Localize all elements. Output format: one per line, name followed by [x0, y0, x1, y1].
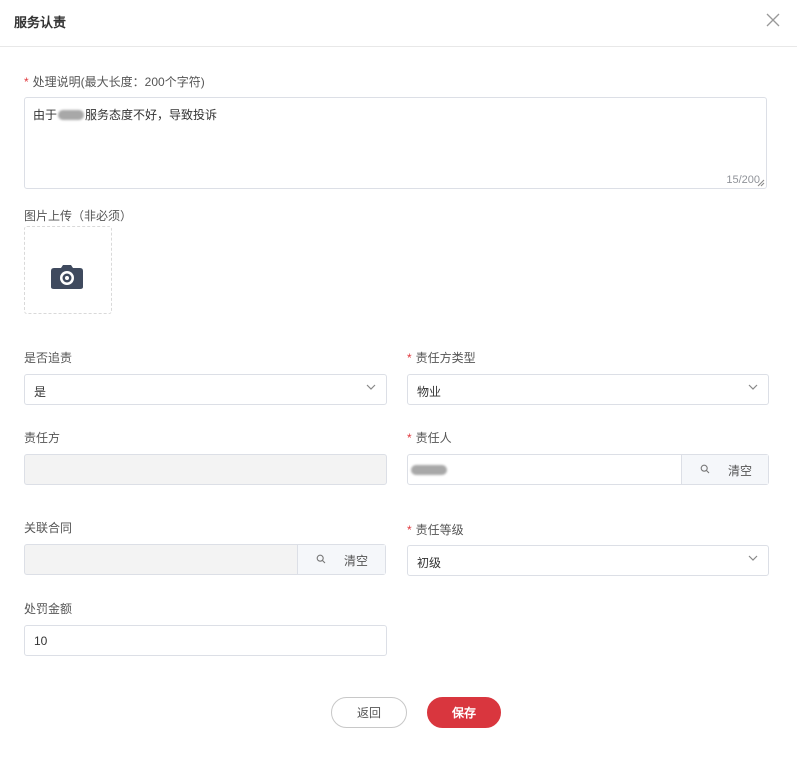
contract-clear-label: 清空	[344, 554, 369, 568]
party-label: 责任方	[24, 431, 61, 445]
dialog-title: 服务认责	[14, 15, 67, 30]
chevron-down-icon	[748, 384, 758, 390]
pursue-label: 是否追责	[24, 351, 73, 365]
description-text-suffix: 服务态度不好，导致投诉	[85, 108, 218, 122]
close-icon[interactable]	[765, 12, 781, 28]
pursue-select[interactable]: 是	[24, 374, 387, 405]
penalty-label: 处罚金额	[24, 602, 73, 616]
image-upload-box[interactable]	[24, 226, 112, 314]
penalty-input[interactable]: 10	[24, 625, 387, 656]
description-label: * 处理说明(最大长度：200个字符)	[24, 75, 205, 89]
party-type-value: 物业	[417, 385, 442, 399]
resize-handle-icon[interactable]	[757, 179, 765, 187]
contract-clear-button[interactable]: 清空	[297, 545, 385, 574]
level-value: 初级	[417, 556, 442, 570]
search-icon	[316, 554, 326, 564]
person-input[interactable]: 清空	[407, 454, 769, 485]
level-label: * 责任等级	[407, 523, 464, 537]
level-select[interactable]: 初级	[407, 545, 769, 576]
party-type-label: * 责任方类型	[407, 351, 476, 365]
person-clear-label: 清空	[728, 464, 753, 478]
required-mark: *	[24, 75, 29, 89]
chevron-down-icon	[366, 384, 376, 390]
description-text-prefix: 由于	[33, 108, 58, 122]
person-label: * 责任人	[407, 431, 452, 445]
description-textarea[interactable]: 由于 服务态度不好，导致投诉 15/200	[24, 97, 767, 189]
search-icon	[700, 464, 710, 474]
camera-icon	[51, 265, 83, 289]
contract-label: 关联合同	[24, 521, 73, 535]
chevron-down-icon	[748, 555, 758, 561]
pursue-value: 是	[34, 385, 47, 399]
back-button[interactable]: 返回	[331, 697, 407, 728]
dialog-header: 服务认责	[0, 0, 797, 47]
contract-input: 清空	[24, 544, 386, 575]
person-clear-button[interactable]: 清空	[681, 455, 768, 484]
save-button[interactable]: 保存	[427, 697, 501, 728]
redacted-text	[58, 110, 85, 120]
penalty-value: 10	[34, 634, 48, 648]
party-type-select[interactable]: 物业	[407, 374, 769, 405]
party-input	[24, 454, 387, 485]
char-counter: 15/200	[726, 174, 760, 186]
image-upload-label: 图片上传（非必须）	[24, 209, 133, 223]
redacted-text	[411, 465, 447, 475]
